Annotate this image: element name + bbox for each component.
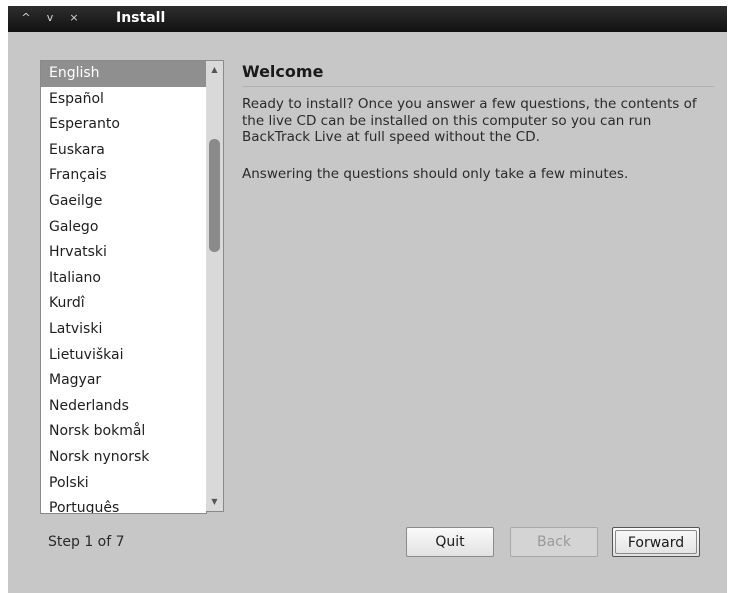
page-heading: Welcome — [242, 62, 324, 81]
language-item[interactable]: Kurdî — [41, 291, 206, 317]
language-item[interactable]: Français — [41, 163, 206, 189]
chevron-up-icon[interactable]: ^ — [18, 10, 34, 26]
title-bar: ^ v × Install — [8, 6, 727, 32]
language-item[interactable]: Hrvatski — [41, 240, 206, 266]
scroll-down-icon[interactable]: ▼ — [206, 493, 223, 511]
language-item[interactable]: Polski — [41, 471, 206, 497]
language-item[interactable]: Español — [41, 87, 206, 113]
window-title: Install — [116, 10, 166, 26]
language-item[interactable]: Norsk nynorsk — [41, 445, 206, 471]
language-item[interactable]: Euskara — [41, 138, 206, 164]
language-list[interactable]: English Español Esperanto Euskara Français Ga… — [40, 60, 207, 514]
language-item[interactable]: Magyar — [41, 368, 206, 394]
language-item[interactable]: Português — [41, 496, 206, 513]
forward-button[interactable]: Forward — [612, 527, 700, 557]
quit-button[interactable]: Quit — [406, 527, 494, 557]
back-button[interactable]: Back — [510, 527, 598, 557]
language-item[interactable]: Lietuviškai — [41, 343, 206, 369]
language-item[interactable]: Latviski — [41, 317, 206, 343]
close-icon[interactable]: × — [66, 10, 82, 26]
scroll-up-icon[interactable]: ▲ — [206, 61, 223, 79]
heading-divider — [242, 86, 714, 87]
language-list-scrollbar[interactable]: ▲ ▼ — [206, 60, 224, 512]
language-item[interactable]: Esperanto — [41, 112, 206, 138]
language-item[interactable]: Nederlands — [41, 394, 206, 420]
installer-window: ^ v × Install English Español Esperanto Eus… — [8, 6, 727, 593]
scroll-thumb[interactable] — [209, 139, 220, 252]
forward-button-label: Forward — [615, 530, 697, 554]
chevron-down-icon[interactable]: v — [42, 10, 58, 26]
language-item[interactable]: Norsk bokmål — [41, 419, 206, 445]
intro-text: Ready to install? Once you answer a few … — [242, 96, 697, 145]
language-item[interactable]: Gaeilge — [41, 189, 206, 215]
language-item[interactable]: Galego — [41, 215, 206, 241]
step-indicator: Step 1 of 7 — [48, 534, 125, 550]
language-item[interactable]: English — [41, 61, 206, 87]
duration-text: Answering the questions should only take… — [242, 166, 629, 182]
language-item[interactable]: Italiano — [41, 266, 206, 292]
